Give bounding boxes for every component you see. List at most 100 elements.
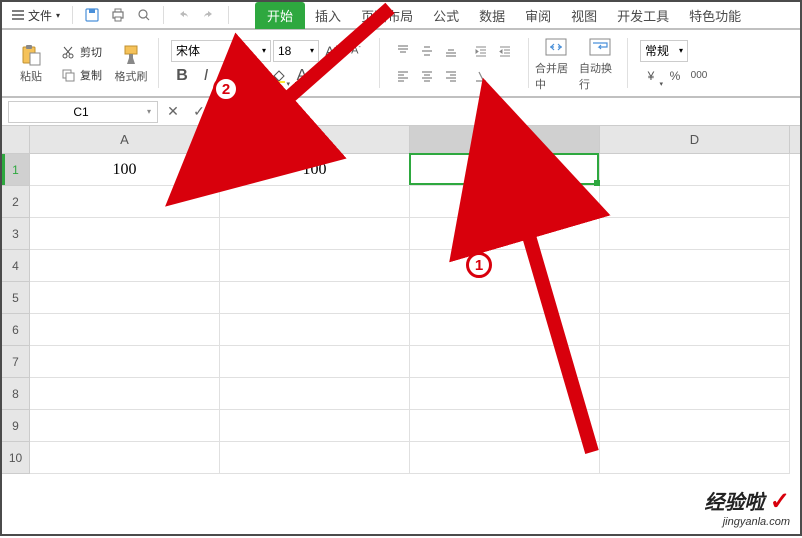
- tab-page-layout[interactable]: 页面布局: [351, 2, 423, 29]
- cells-area[interactable]: 100100: [30, 154, 800, 534]
- row-header-10[interactable]: 10: [2, 442, 29, 474]
- cell[interactable]: [410, 186, 600, 218]
- cell[interactable]: [30, 186, 220, 218]
- copy-button[interactable]: 复制: [60, 65, 102, 85]
- cell[interactable]: [410, 282, 600, 314]
- file-menu-button[interactable]: 文件 ▾: [6, 5, 66, 26]
- cell[interactable]: [30, 282, 220, 314]
- align-center-button[interactable]: [416, 65, 438, 87]
- cell[interactable]: [220, 378, 410, 410]
- border-button[interactable]: ▾: [243, 65, 265, 87]
- increase-indent-button[interactable]: [494, 40, 516, 62]
- cell[interactable]: [410, 250, 600, 282]
- align-middle-button[interactable]: [416, 40, 438, 62]
- font-name-select[interactable]: 宋体 ▾: [171, 40, 271, 62]
- tab-insert[interactable]: 插入: [305, 2, 351, 29]
- tab-view[interactable]: 视图: [561, 2, 607, 29]
- cell[interactable]: [600, 250, 790, 282]
- col-header-d[interactable]: D: [600, 126, 790, 153]
- cell[interactable]: [600, 346, 790, 378]
- cut-button[interactable]: 剪切: [60, 42, 102, 62]
- cell[interactable]: [600, 314, 790, 346]
- cell[interactable]: [600, 410, 790, 442]
- decrease-indent-button[interactable]: [470, 40, 492, 62]
- paste-button[interactable]: 粘贴: [10, 43, 52, 84]
- row-header-9[interactable]: 9: [2, 410, 29, 442]
- fx-icon[interactable]: fx: [216, 103, 234, 121]
- formula-input[interactable]: [240, 101, 794, 123]
- print-preview-icon[interactable]: [135, 6, 153, 24]
- cell[interactable]: 100: [220, 154, 410, 186]
- increase-font-button[interactable]: A+: [321, 40, 343, 62]
- tab-formula[interactable]: 公式: [423, 2, 469, 29]
- tab-review[interactable]: 审阅: [515, 2, 561, 29]
- row-header-6[interactable]: 6: [2, 314, 29, 346]
- undo-icon[interactable]: [174, 6, 192, 24]
- align-bottom-button[interactable]: [440, 40, 462, 62]
- cell[interactable]: [30, 218, 220, 250]
- row-header-7[interactable]: 7: [2, 346, 29, 378]
- tab-start[interactable]: 开始: [255, 2, 305, 29]
- col-header-a[interactable]: A: [30, 126, 220, 153]
- cell[interactable]: [220, 282, 410, 314]
- percent-button[interactable]: %: [664, 65, 686, 87]
- number-format-select[interactable]: 常规 ▾: [640, 40, 688, 62]
- tab-data[interactable]: 数据: [469, 2, 515, 29]
- row-header-3[interactable]: 3: [2, 218, 29, 250]
- fill-color-button[interactable]: ▾: [267, 65, 289, 87]
- save-icon[interactable]: [83, 6, 101, 24]
- cell[interactable]: [600, 186, 790, 218]
- cell[interactable]: [220, 218, 410, 250]
- cell[interactable]: [220, 250, 410, 282]
- col-header-b[interactable]: B: [220, 126, 410, 153]
- cell[interactable]: [30, 442, 220, 474]
- orientation-button[interactable]: [470, 65, 492, 87]
- cell[interactable]: [410, 218, 600, 250]
- align-right-button[interactable]: [440, 65, 462, 87]
- tab-developer[interactable]: 开发工具: [607, 2, 679, 29]
- cell[interactable]: [30, 378, 220, 410]
- currency-button[interactable]: ¥▾: [640, 65, 662, 87]
- align-left-button[interactable]: [392, 65, 414, 87]
- confirm-icon[interactable]: ✓: [190, 103, 208, 121]
- comma-button[interactable]: 000: [688, 65, 710, 87]
- cell[interactable]: [220, 442, 410, 474]
- cell[interactable]: [30, 250, 220, 282]
- format-painter-button[interactable]: 格式刷: [110, 43, 152, 84]
- cell[interactable]: [410, 410, 600, 442]
- cell[interactable]: [30, 410, 220, 442]
- wrap-text-button[interactable]: 自动换行: [579, 35, 621, 92]
- cell[interactable]: [220, 314, 410, 346]
- cell[interactable]: [600, 442, 790, 474]
- merge-center-button[interactable]: 合并居中: [535, 35, 577, 92]
- cell[interactable]: [410, 346, 600, 378]
- cell[interactable]: [30, 346, 220, 378]
- cell[interactable]: [600, 378, 790, 410]
- row-header-2[interactable]: 2: [2, 186, 29, 218]
- align-top-button[interactable]: [392, 40, 414, 62]
- print-icon[interactable]: [109, 6, 127, 24]
- decrease-font-button[interactable]: A-: [345, 40, 367, 62]
- font-color-button[interactable]: A▾: [291, 65, 313, 87]
- cell[interactable]: [220, 186, 410, 218]
- redo-icon[interactable]: [200, 6, 218, 24]
- row-header-8[interactable]: 8: [2, 378, 29, 410]
- col-header-c[interactable]: C: [410, 126, 600, 153]
- row-header-4[interactable]: 4: [2, 250, 29, 282]
- name-box[interactable]: C1 ▾: [8, 101, 158, 123]
- cell[interactable]: [410, 442, 600, 474]
- select-all-corner[interactable]: [2, 126, 30, 154]
- cell[interactable]: [410, 378, 600, 410]
- tab-features[interactable]: 特色功能: [679, 2, 751, 29]
- bold-button[interactable]: B: [171, 65, 193, 87]
- cell[interactable]: [220, 410, 410, 442]
- cell[interactable]: [600, 218, 790, 250]
- cell[interactable]: [220, 346, 410, 378]
- row-header-1[interactable]: 1: [2, 154, 29, 186]
- row-header-5[interactable]: 5: [2, 282, 29, 314]
- cell[interactable]: 100: [30, 154, 220, 186]
- cell[interactable]: [30, 314, 220, 346]
- cell[interactable]: [600, 154, 790, 186]
- cell[interactable]: [600, 282, 790, 314]
- cell[interactable]: [410, 314, 600, 346]
